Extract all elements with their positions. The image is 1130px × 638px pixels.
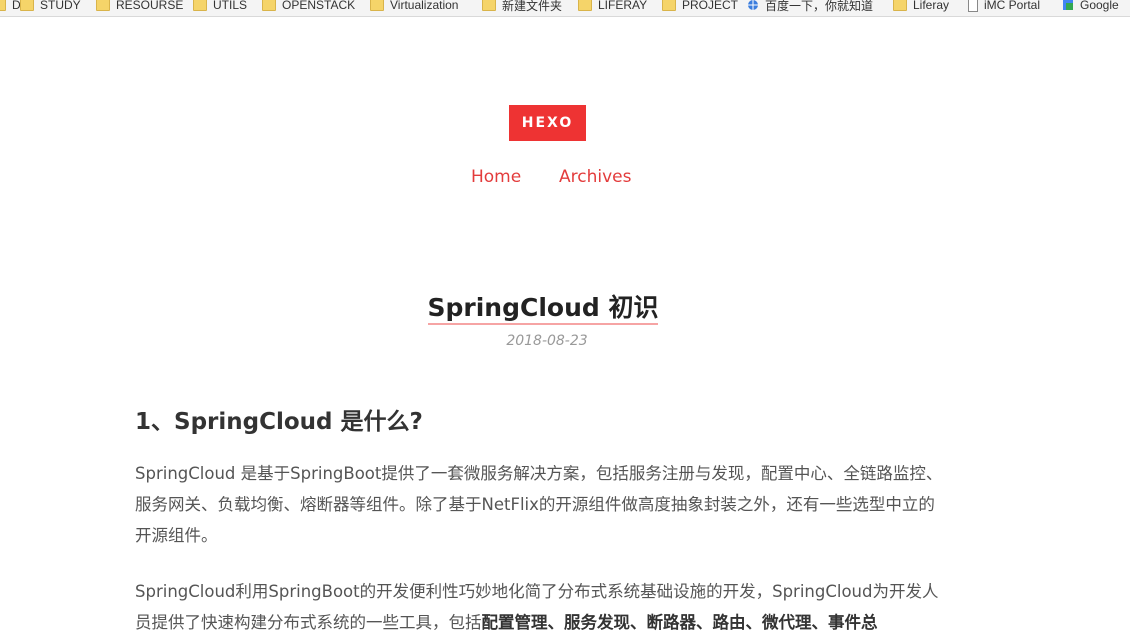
post-title: SpringCloud 初识 [0, 287, 1086, 325]
bookmark-item[interactable]: iMC Portal [968, 0, 1040, 14]
post-date: 2018-08-23 [506, 333, 588, 349]
section-heading: 1、SpringCloud 是什么? [135, 409, 423, 435]
bookmark-label: Liferay [913, 0, 950, 12]
bookmark-label: Google [1080, 0, 1119, 12]
bookmarks-bar: D STUDY RESOURSE UTILS OPENSTACK Virtual… [0, 0, 1130, 17]
site-logo[interactable]: HEXO [509, 105, 586, 141]
folder-icon [96, 0, 110, 11]
folder-icon [578, 0, 592, 11]
bookmark-item[interactable]: OPENSTACK [262, 0, 355, 14]
post-title-text[interactable]: SpringCloud 初识 [427, 293, 659, 325]
bookmark-label: RESOURSE [116, 0, 184, 12]
bookmark-item[interactable]: Google [1062, 0, 1119, 14]
folder-icon [262, 0, 276, 11]
bookmark-item[interactable]: RESOURSE [96, 0, 183, 14]
folder-icon [370, 0, 384, 11]
nav-archives-link[interactable]: Archives [559, 167, 631, 187]
paragraph-bold-text: 配置管理、服务发现、断路器、路由、微代理、事件总 [481, 613, 878, 632]
google-icon [1063, 0, 1073, 10]
bookmark-label: UTILS [213, 0, 248, 12]
bookmark-item[interactable]: STUDY [20, 0, 81, 14]
bookmark-item[interactable]: Virtualization [370, 0, 458, 14]
bookmark-label: STUDY [40, 0, 81, 12]
globe-icon [748, 0, 758, 10]
folder-icon [893, 0, 907, 11]
bookmark-label: OPENSTACK [282, 0, 356, 12]
folder-icon [662, 0, 676, 11]
folder-icon [193, 0, 207, 11]
bookmark-item[interactable]: 新建文件夹 [482, 0, 562, 14]
bookmark-item[interactable]: UTILS [193, 0, 247, 14]
folder-icon [482, 0, 496, 11]
folder-icon [0, 0, 6, 11]
folder-icon [20, 0, 34, 11]
post-paragraph: SpringCloud利用SpringBoot的开发便利性巧妙地化简了分布式系统… [135, 576, 950, 638]
bookmark-label: LIFERAY [598, 0, 648, 12]
bookmark-item[interactable]: Liferay [893, 0, 949, 14]
bookmark-item[interactable]: 百度一下，你就知道 [747, 0, 873, 14]
page-icon [968, 0, 978, 12]
nav-home-link[interactable]: Home [471, 167, 521, 187]
post-paragraph: SpringCloud 是基于SpringBoot提供了一套微服务解决方案，包括… [135, 464, 943, 545]
bookmark-item[interactable]: LIFERAY [578, 0, 647, 14]
bookmark-label: 新建文件夹 [502, 0, 563, 13]
bookmark-label: PROJECT [682, 0, 739, 12]
bookmark-label: iMC Portal [984, 0, 1041, 12]
bookmark-label: 百度一下，你就知道 [765, 0, 874, 13]
bookmark-item[interactable]: PROJECT [662, 0, 738, 14]
bookmark-label: Virtualization [390, 0, 459, 12]
bookmark-item[interactable]: D [0, 0, 21, 14]
